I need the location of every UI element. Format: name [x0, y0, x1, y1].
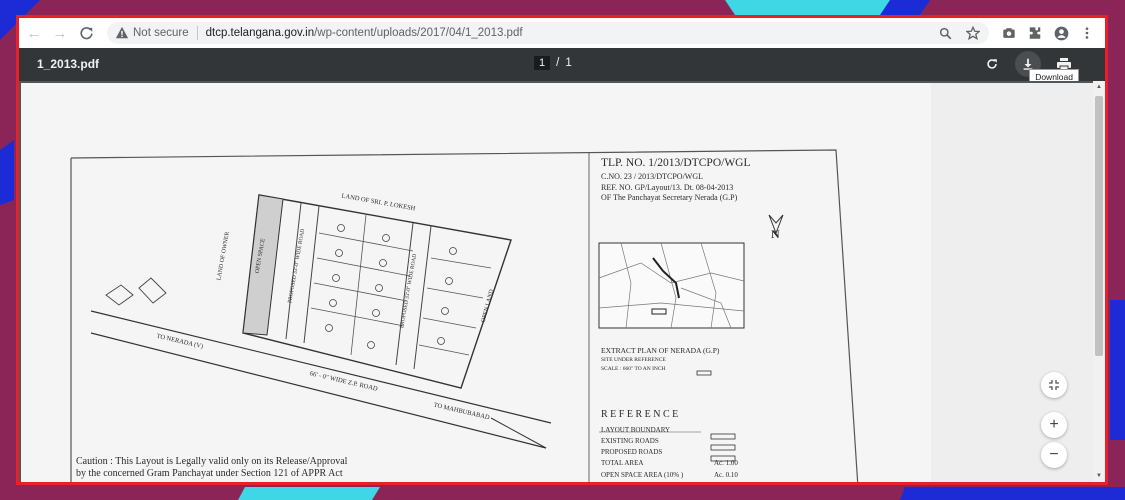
caution-line-1: Caution : This Layout is Legally valid o… [76, 456, 348, 467]
scroll-down-icon[interactable]: ▼ [1096, 473, 1102, 479]
ref-existing-roads: EXISTING ROADS [601, 437, 659, 445]
ref-total-area-value: Ac. 1.00 [714, 459, 738, 467]
pdf-viewer-toolbar: 1_2013.pdf 1 / 1 [19, 48, 1105, 81]
extensions-icon[interactable] [1027, 25, 1043, 41]
scale-label: SCALE : 660" TO AN INCH [601, 366, 666, 372]
bookmark-star-icon[interactable] [965, 25, 981, 41]
c-number: C.NO. 23 / 2013/DTCPO/WGL [601, 172, 703, 181]
back-icon[interactable]: ← [23, 22, 45, 44]
total-pages: 1 [565, 57, 572, 69]
reference-heading: R E F E R E N C E [601, 409, 679, 420]
pdf-page: TLP. NO. 1/2013/DTCPO/WGL C.NO. 23 / 201… [21, 83, 1096, 482]
extract-plan-label: EXTRACT PLAN OF NERADA (G.P) [601, 346, 720, 355]
rotate-button[interactable] [979, 51, 1005, 77]
url-path: /wp-content/uploads/2017/04/1_2013.pdf [314, 27, 523, 39]
profile-icon[interactable] [1053, 25, 1069, 41]
tlp-number: TLP. NO. 1/2013/DTCPO/WGL [601, 157, 751, 169]
north-label: N [771, 227, 780, 241]
forward-icon[interactable]: → [49, 22, 71, 44]
browser-window: ← → Not secure dtcp.telangana.gov.in/wp-… [16, 15, 1108, 485]
site-under-ref-label: SITE UNDER REFERENCE [601, 357, 666, 363]
page-indicator: 1 / 1 [534, 56, 572, 70]
ref-open-space-area-value: Ac. 0.10 [714, 471, 738, 479]
zoom-icon[interactable] [937, 25, 953, 41]
zoom-out-button[interactable]: − [1041, 442, 1067, 468]
pdf-document-area: TLP. NO. 1/2013/DTCPO/WGL C.NO. 23 / 201… [19, 81, 1096, 482]
ref-open-space-area: OPEN SPACE AREA (10% ) [601, 471, 684, 479]
warning-icon [115, 26, 129, 39]
menu-icon[interactable] [1079, 25, 1095, 41]
caution-line-2: by the concerned Gram Panchayat under Se… [76, 468, 343, 479]
reload-icon[interactable] [75, 22, 97, 44]
fit-page-button[interactable] [1041, 372, 1067, 398]
url-host: dtcp.telangana.gov.in [205, 27, 315, 39]
browser-toolbar: ← → Not secure dtcp.telangana.gov.in/wp-… [19, 18, 1105, 49]
ref-layout-boundary: LAYOUT BOUNDARY [601, 426, 671, 434]
layout-drawing [21, 83, 1096, 482]
ref-number: REF. NO. GP/Layout/13. Dt. 08-04-2013 [601, 183, 734, 192]
ref-total-area: TOTAL AREA [601, 459, 644, 467]
vertical-scrollbar[interactable]: ▲ ▼ [1093, 81, 1105, 482]
address-bar[interactable]: Not secure dtcp.telangana.gov.in/wp-cont… [107, 22, 989, 44]
scroll-up-icon[interactable]: ▲ [1096, 84, 1102, 90]
of-line: OF The Panchayat Secretary Nerada (G.P) [601, 193, 738, 202]
fit-page-icon [1049, 380, 1059, 390]
pdf-title: 1_2013.pdf [37, 57, 100, 71]
zoom-in-button[interactable]: + [1041, 412, 1067, 438]
security-label[interactable]: Not secure [133, 27, 189, 39]
page-separator: / [556, 57, 560, 69]
omnibox-divider [196, 26, 198, 40]
ref-proposed-roads: PROPOSED ROADS [601, 448, 663, 456]
rotate-icon [987, 59, 997, 69]
scrollbar-thumb[interactable] [1095, 96, 1103, 356]
current-page-input[interactable]: 1 [534, 56, 551, 70]
camera-icon[interactable] [1001, 25, 1017, 41]
